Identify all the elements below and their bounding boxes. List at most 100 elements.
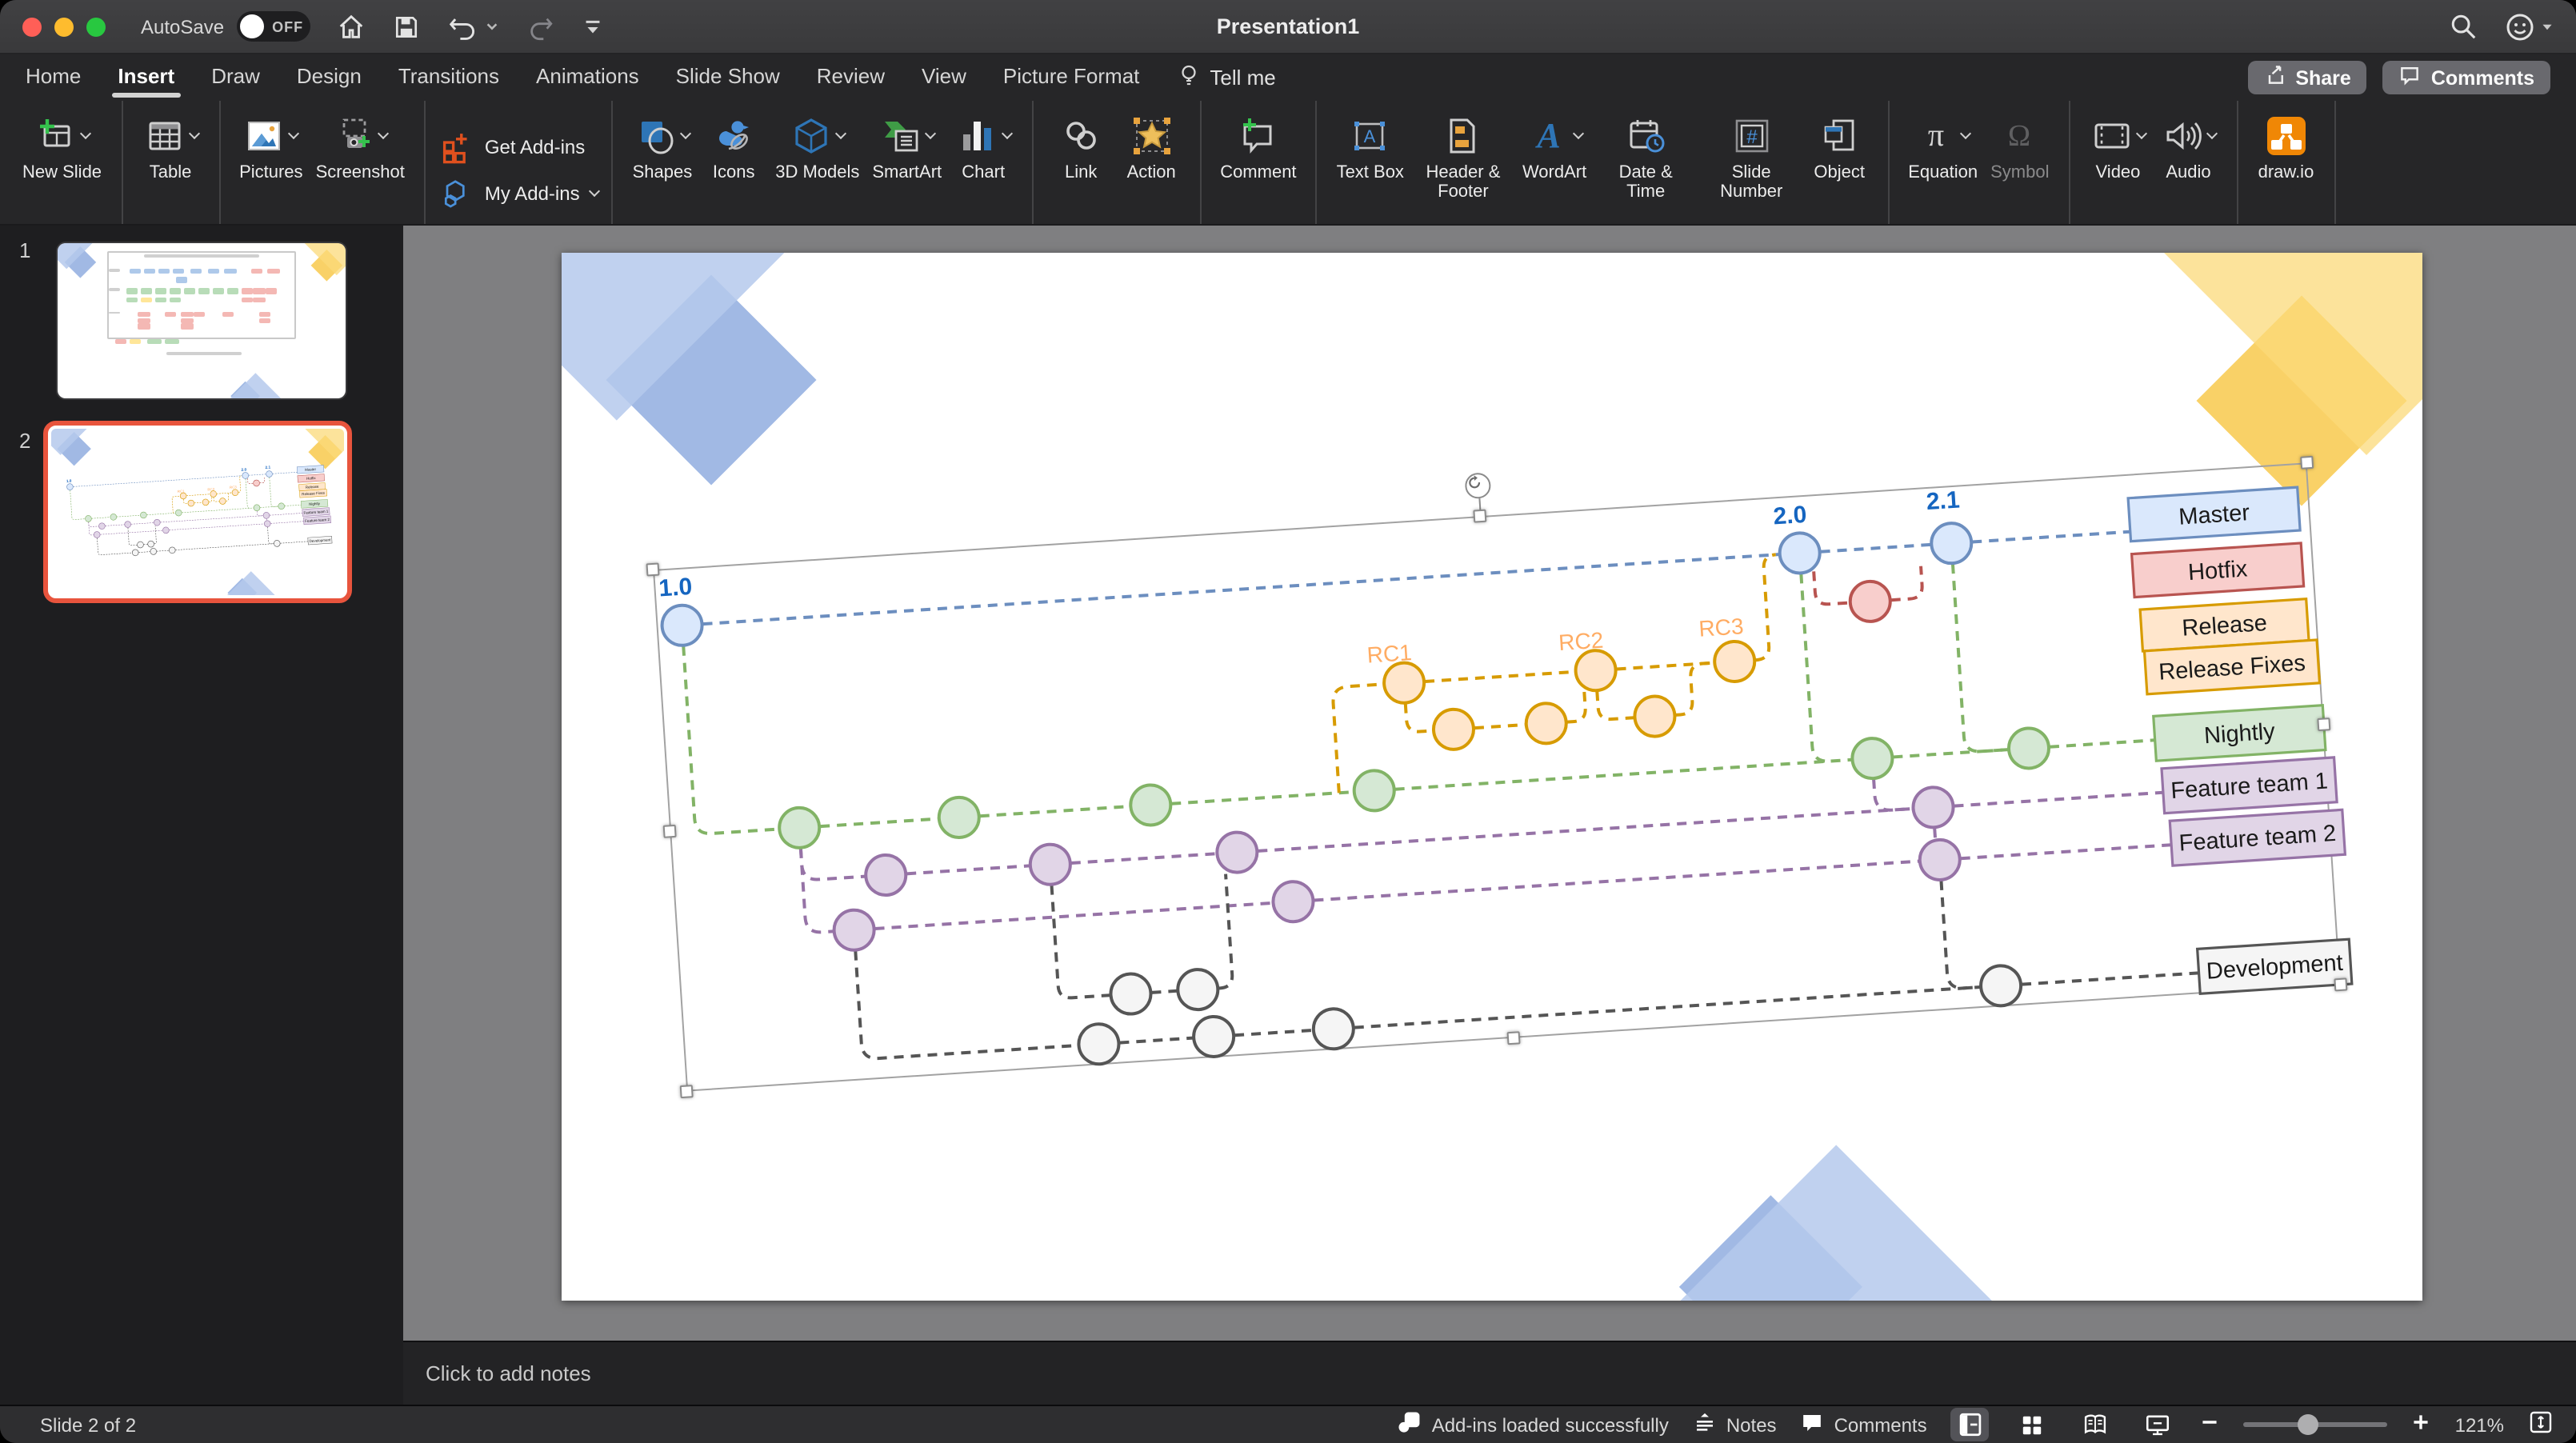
equation-icon: π (1916, 115, 1958, 157)
comments-toggle[interactable]: Comments (1801, 1410, 1927, 1439)
branch-edge (285, 505, 302, 506)
tab-insert[interactable]: Insert (114, 56, 178, 99)
notes-toggle[interactable]: Notes (1693, 1410, 1777, 1439)
ribbon-button-my-add-ins[interactable]: My Add-ins (438, 173, 599, 214)
rotate-handle[interactable] (1464, 472, 1491, 499)
link-icon (1060, 115, 1102, 157)
thumbnail-content-block (184, 288, 195, 294)
share-button[interactable]: Share (2247, 61, 2367, 94)
ribbon-button-text-box[interactable]: AText Box (1330, 107, 1410, 186)
autosave-toggle[interactable]: OFF (237, 11, 310, 42)
branch-edge (1234, 1030, 1313, 1035)
resize-handle[interactable] (680, 1085, 694, 1098)
chevron-down-icon (188, 127, 199, 138)
ribbon-button-object[interactable]: Object (1804, 107, 1874, 186)
ribbon-button-pictures[interactable]: Pictures (233, 107, 310, 186)
tab-home[interactable]: Home (22, 56, 84, 99)
branch-edge (1672, 663, 1717, 715)
drawio-diagram-selection[interactable]: MasterHotfixReleaseRelease FixesNightlyF… (653, 462, 2341, 1091)
powerpoint-window: AutoSave OFF Presentation1 (0, 0, 2576, 1443)
ribbon-button-smartart[interactable]: SmartArt (866, 107, 948, 186)
chevron-down-icon (289, 127, 300, 138)
tab-view[interactable]: View (918, 56, 970, 99)
resize-handle[interactable] (663, 824, 677, 837)
undo-button[interactable] (446, 12, 499, 41)
commit-node (254, 505, 260, 511)
thumbnail-content-block (265, 288, 276, 294)
ribbon-button-shapes[interactable]: Shapes (626, 107, 699, 186)
slide-sorter-view-button[interactable] (2014, 1408, 2052, 1441)
commit-node (1930, 522, 1973, 565)
zoom-slider-thumb[interactable] (2298, 1414, 2319, 1435)
ribbon-button-comment[interactable]: Comment (1214, 107, 1302, 186)
fit-slide-button[interactable] (2528, 1409, 2554, 1440)
tab-animations[interactable]: Animations (533, 56, 642, 99)
thumbnail-content-block (254, 298, 265, 303)
slide-thumbnail-1[interactable] (58, 243, 346, 398)
tab-design[interactable]: Design (294, 56, 365, 99)
slide-thumbnail-2[interactable]: MasterHotfixReleaseRelease FixesNightlyF… (43, 421, 352, 603)
zoom-window-button[interactable] (86, 17, 106, 36)
resize-handle[interactable] (1473, 510, 1486, 523)
ribbon-button-table[interactable]: Table (135, 107, 206, 186)
reading-view-button[interactable] (2076, 1408, 2114, 1441)
screenshot-icon (333, 115, 374, 157)
home-icon[interactable] (336, 11, 366, 42)
ribbon-button-3d-models[interactable]: 3D Models (769, 107, 866, 186)
resize-handle[interactable] (646, 563, 660, 577)
ribbon-button-icons[interactable]: Icons (698, 107, 769, 186)
tab-transitions[interactable]: Transitions (395, 56, 502, 99)
chevron-down-icon (680, 127, 691, 138)
zoom-slider[interactable] (2244, 1422, 2388, 1428)
ribbon-button-slide-number[interactable]: #Slide Number (1698, 107, 1804, 206)
close-window-button[interactable] (22, 17, 42, 36)
thumbnail-content-block (173, 268, 184, 274)
ribbon-button-label: Link (1065, 163, 1097, 183)
tab-slide-show[interactable]: Slide Show (673, 56, 783, 99)
ribbon-button-new-slide[interactable]: New Slide (16, 107, 108, 186)
ribbon-button-link[interactable]: Link (1046, 107, 1116, 186)
slideshow-view-button[interactable] (2138, 1408, 2177, 1441)
tab-draw[interactable]: Draw (208, 56, 263, 99)
ribbon-button-video[interactable]: Video (2082, 107, 2153, 186)
normal-view-button[interactable] (1951, 1408, 1990, 1441)
commit-node (1634, 695, 1676, 737)
svg-text:A: A (1364, 126, 1376, 146)
notes-pane[interactable]: Click to add notes (403, 1341, 2576, 1405)
ribbon-group: Table (122, 101, 220, 224)
tab-picture-format[interactable]: Picture Format (1000, 56, 1143, 99)
search-icon[interactable] (2448, 11, 2478, 42)
resize-handle[interactable] (2334, 977, 2347, 991)
thumbnail-content-block (158, 268, 170, 274)
chart-icon (956, 115, 998, 157)
ribbon-button-equation[interactable]: πEquation (1902, 107, 1984, 186)
branch-edge (1889, 566, 1922, 600)
ribbon-button-draw-io[interactable]: draw.io (2250, 107, 2321, 186)
ribbon-button-screenshot[interactable]: Screenshot (310, 107, 411, 186)
slide-canvas[interactable]: MasterHotfixReleaseRelease FixesNightlyF… (562, 253, 2422, 1301)
commit-node (1849, 580, 1891, 622)
zoom-in-button[interactable] (2412, 1413, 2431, 1437)
save-icon[interactable] (392, 12, 421, 41)
resize-handle[interactable] (2317, 717, 2330, 730)
ribbon-button-header-footer[interactable]: Header & Footer (1410, 107, 1516, 206)
tell-me[interactable]: Tell me (1176, 62, 1275, 93)
ribbon-button-date-time[interactable]: Date & Time (1593, 107, 1698, 206)
redo-button[interactable] (525, 12, 555, 41)
zoom-out-button[interactable] (2201, 1413, 2220, 1437)
ribbon-button-audio[interactable]: Audio (2153, 107, 2223, 186)
ribbon-button-get-add-ins[interactable]: Get Add-ins (438, 126, 585, 168)
commit-node (266, 470, 272, 477)
resize-handle[interactable] (1507, 1031, 1521, 1045)
ribbon-button-chart[interactable]: Chart (948, 107, 1018, 186)
toolbar-options-icon[interactable] (581, 14, 605, 38)
ribbon-button-action[interactable]: Action (1116, 107, 1186, 186)
comments-button[interactable]: Comments (2383, 61, 2550, 94)
branch-edge (1258, 809, 1912, 851)
thumbnail-content-block (213, 288, 224, 294)
account-icon[interactable] (2504, 10, 2554, 42)
ribbon-button-wordart[interactable]: AWordArt (1516, 107, 1593, 186)
minimize-window-button[interactable] (54, 17, 74, 36)
tab-review[interactable]: Review (814, 56, 888, 99)
resize-handle[interactable] (2300, 456, 2314, 470)
